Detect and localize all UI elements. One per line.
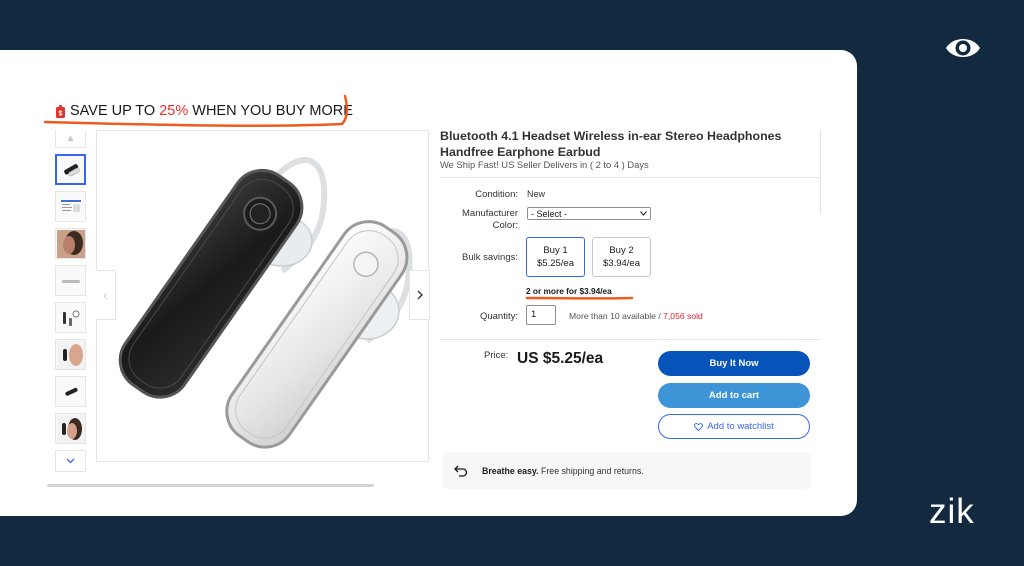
bulk-option-price: $5.25/ea — [537, 258, 574, 269]
image-prev-button[interactable]: ‹ — [96, 270, 116, 320]
price-label: Price: — [484, 350, 509, 361]
thumbnail-scroll-up[interactable]: ▲ — [55, 130, 86, 148]
thumbnail-scroll-down[interactable] — [55, 450, 86, 472]
condition-value: New — [527, 189, 546, 199]
shipping-info-box: Breathe easy. Free shipping and returns. — [442, 452, 811, 489]
thumbnail-black-headset[interactable] — [55, 154, 86, 185]
add-to-cart-button[interactable]: Add to cart — [658, 383, 810, 408]
price-value: US $5.25/ea — [517, 350, 604, 367]
quantity-input[interactable]: 1 — [526, 305, 556, 325]
bulk-option-price: $3.94/ea — [603, 258, 640, 269]
eye-icon — [946, 39, 980, 57]
bulk-option-title: Buy 1 — [543, 245, 568, 256]
sold-count: 7,056 sold — [663, 311, 703, 321]
color-label-line-2: Color: — [492, 220, 518, 231]
shipping-bold: Breathe easy. — [482, 465, 539, 476]
chevron-down-icon — [640, 211, 647, 216]
add-to-watchlist-label: Add to watchlist — [707, 421, 774, 432]
color-select-value: - Select - — [531, 208, 568, 219]
bulk-option-buy-1[interactable]: Buy 1 $5.25/ea — [526, 237, 585, 277]
thumbnail-white-headset[interactable] — [55, 265, 86, 296]
bulk-option-title: Buy 2 — [609, 245, 634, 256]
thumbnail-strip: ▲ — [55, 130, 86, 472]
tag-icon: $ — [56, 104, 65, 118]
thumbnail-black-earpiece[interactable] — [55, 376, 86, 407]
svg-text:$: $ — [59, 110, 63, 117]
bulk-discount-note: 2 or more for $3.94/ea — [526, 286, 612, 296]
divider — [440, 177, 820, 178]
divider — [440, 339, 820, 340]
divider — [820, 130, 821, 214]
shipping-text: Breathe easy. Free shipping and returns. — [482, 466, 644, 476]
color-label-line-1: Manufacturer — [462, 208, 518, 219]
chevron-down-icon — [66, 458, 75, 464]
color-label: Manufacturer Color: — [448, 208, 518, 232]
promo-suffix: WHEN YOU BUY MORE — [188, 103, 353, 119]
thumbnail-accessories[interactable] — [55, 302, 86, 333]
heart-icon — [694, 422, 704, 431]
thumbnail-worn-headset[interactable] — [55, 228, 86, 259]
promo-percent: 25% — [159, 103, 189, 119]
bulk-option-buy-2[interactable]: Buy 2 $3.94/ea — [592, 237, 651, 277]
thumbnail-product-chart[interactable] — [55, 191, 86, 222]
main-product-image[interactable] — [96, 130, 429, 462]
buy-it-now-button[interactable]: Buy It Now — [658, 351, 810, 376]
horizontal-scrollbar[interactable] — [47, 484, 374, 487]
thumbnail-headset-model-2[interactable] — [55, 413, 86, 444]
brand-logo: zik — [929, 492, 975, 531]
chevron-right-icon — [417, 290, 423, 300]
product-title: Bluetooth 4.1 Headset Wireless in-ear St… — [440, 129, 782, 159]
condition-label: Condition: — [475, 189, 518, 200]
return-icon — [454, 465, 468, 477]
quantity-label: Quantity: — [479, 311, 518, 322]
promo-banner: $ SAVE UP TO 25% WHEN YOU BUY MORE — [56, 103, 353, 119]
shipping-detail: Free shipping and returns. — [538, 465, 644, 476]
availability-text: More than 10 available / 7,056 sold — [569, 311, 703, 321]
thumbnail-headset-model[interactable] — [55, 339, 86, 370]
available-count: More than 10 available / — [569, 311, 664, 321]
promo-prefix: SAVE UP TO — [70, 103, 160, 119]
image-next-button[interactable] — [409, 270, 430, 320]
product-subtitle: We Ship Fast! US Seller Delivers in ( 2 … — [440, 159, 649, 170]
add-to-watchlist-button[interactable]: Add to watchlist — [658, 414, 810, 439]
color-select[interactable]: - Select - — [527, 207, 651, 220]
bulk-savings-label: Bulk savings: — [462, 252, 518, 263]
